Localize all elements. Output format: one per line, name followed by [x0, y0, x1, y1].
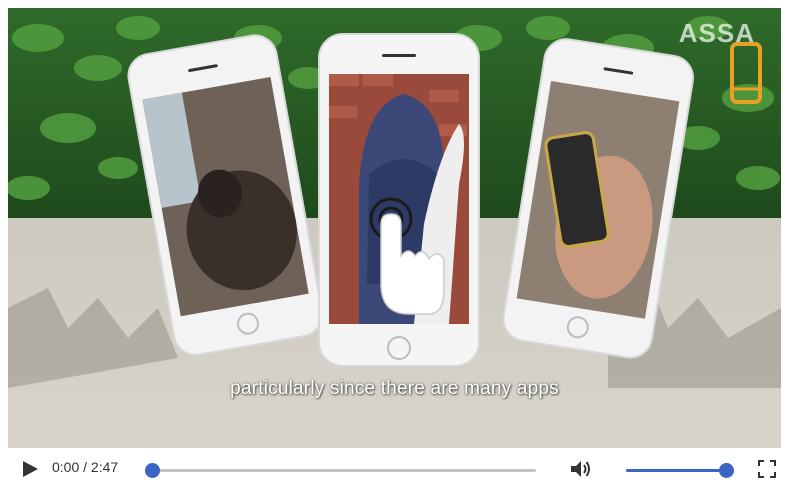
- fullscreen-icon[interactable]: [758, 460, 776, 478]
- play-icon[interactable]: [20, 459, 40, 479]
- video-player: ASSA particularly since there are many a…: [0, 0, 789, 486]
- phone-icon: [730, 42, 762, 104]
- video-caption: particularly since there are many apps: [230, 378, 559, 399]
- volume-handle[interactable]: [719, 463, 734, 478]
- volume-level: [626, 469, 726, 472]
- volume-slider[interactable]: [626, 463, 734, 478]
- duration: 2:47: [90, 459, 119, 475]
- time-display: 0:00 / 2:47: [52, 459, 118, 475]
- volume-icon[interactable]: [569, 459, 593, 479]
- current-time: 0:00: [52, 459, 80, 475]
- time-separator: /: [83, 459, 88, 475]
- video-frame[interactable]: ASSA particularly since there are many a…: [8, 8, 781, 448]
- seek-bar[interactable]: [145, 463, 536, 478]
- seek-handle[interactable]: [145, 463, 160, 478]
- player-controls: 0:00 / 2:47: [0, 448, 789, 486]
